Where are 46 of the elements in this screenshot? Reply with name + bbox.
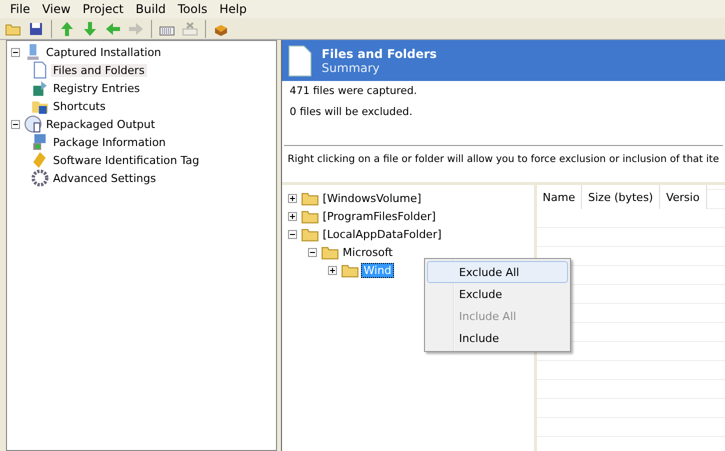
expand-icon[interactable] (288, 194, 297, 202)
menu-item[interactable]: Project (76, 2, 130, 16)
collapse-icon[interactable] (11, 48, 20, 56)
gear-icon (31, 169, 49, 187)
folder-item[interactable]: Microsoft (340, 246, 395, 258)
menu-item[interactable]: File (4, 2, 36, 16)
keyboard-delete-icon (182, 20, 198, 36)
tree-item[interactable]: Package Information (51, 136, 168, 148)
folder-item[interactable]: [WindowsVolume] (320, 192, 424, 204)
header-title: Files and Folders (322, 46, 437, 60)
instruction-text: Right clicking on a file or folder will allow you to force exclusion or inclusion of that ite (286, 154, 720, 167)
menu-item[interactable]: Help (213, 2, 253, 16)
tree-item[interactable]: Repackaged Output (44, 118, 158, 130)
collapse-icon[interactable] (11, 120, 20, 128)
tree-item[interactable]: Files and Folders (51, 64, 147, 76)
tree-item[interactable]: Shortcuts (51, 100, 108, 112)
collapse-icon[interactable] (288, 230, 297, 238)
save-icon (28, 20, 44, 36)
tree-item[interactable]: Advanced Settings (51, 172, 158, 184)
menu-item[interactable]: Exclude All (427, 261, 568, 283)
menu-item[interactable]: View (36, 2, 77, 16)
column-header[interactable]: Size (bytes) (582, 185, 660, 209)
summary-text: 0 files will be excluded. (288, 105, 414, 120)
folder-item[interactable]: [ProgramFilesFolder] (320, 210, 438, 222)
document-icon (31, 61, 49, 79)
column-header[interactable]: Versio (660, 185, 707, 209)
down-arrow-icon (82, 20, 98, 36)
document-icon (288, 44, 312, 76)
left-arrow-icon (105, 20, 121, 36)
tree-item[interactable]: Registry Entries (51, 82, 142, 94)
tree-item[interactable]: Software Identification Tag (51, 154, 202, 166)
registry-icon (31, 79, 49, 97)
collapse-icon[interactable] (308, 248, 317, 256)
up-arrow-icon (59, 20, 75, 36)
right-arrow-icon (128, 20, 144, 36)
summary-text: 471 files were captured. (288, 84, 418, 99)
menu-item[interactable]: Build (130, 2, 172, 16)
header-subtitle: Summary (322, 60, 381, 74)
tree-item[interactable]: Captured Installation (44, 46, 164, 58)
expand-icon[interactable] (288, 212, 297, 220)
expand-icon[interactable] (328, 266, 337, 274)
menu-item[interactable]: Include (427, 327, 568, 349)
folder-item[interactable]: [LocalAppDataFolder] (320, 228, 444, 240)
menu-item[interactable]: Tools (172, 2, 214, 16)
column-header[interactable]: Name (536, 185, 582, 209)
menu-item[interactable]: Exclude (427, 283, 568, 305)
